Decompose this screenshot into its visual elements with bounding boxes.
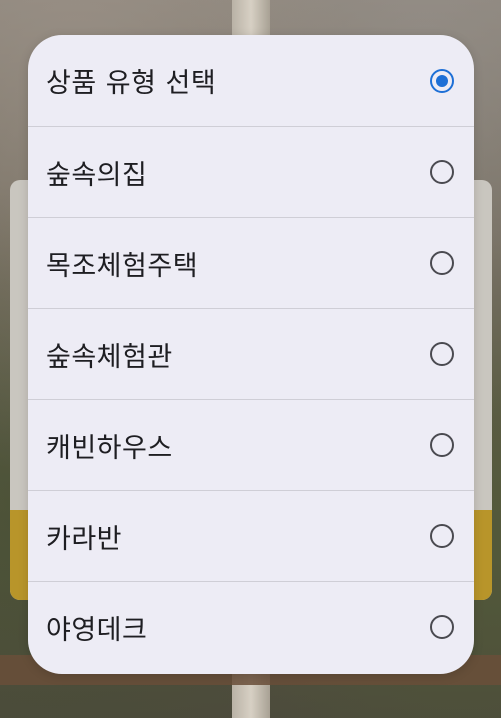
radio-unselected-icon[interactable] [430,342,454,366]
option-label: 캐빈하우스 [46,432,173,464]
screen: 상품 유형 선택 숲속의집 목조체험주택 숲속체험관 캐빈하우스 카라반 야영데 [0,0,501,718]
radio-dot [436,74,448,87]
radio-unselected-icon[interactable] [430,524,454,548]
option-caravan[interactable]: 카라반 [28,490,474,581]
radio-selected-icon[interactable] [430,68,454,93]
option-forest-experience-hall[interactable]: 숲속체험관 [28,308,474,399]
radio-unselected-icon[interactable] [430,251,454,275]
product-type-picker-dialog: 상품 유형 선택 숲속의집 목조체험주택 숲속체험관 캐빈하우스 카라반 야영데 [28,35,474,674]
option-label: 야영데크 [46,614,148,646]
option-product-type-select[interactable]: 상품 유형 선택 [28,35,474,126]
option-label: 목조체험주택 [46,250,199,282]
option-label: 상품 유형 선택 [46,68,217,99]
radio-unselected-icon[interactable] [430,160,454,184]
option-label: 숲속체험관 [46,341,173,373]
option-wooden-house[interactable]: 목조체험주택 [28,217,474,308]
option-forest-house[interactable]: 숲속의집 [28,126,474,217]
option-cabin-house[interactable]: 캐빈하우스 [28,399,474,490]
option-label: 숲속의집 [46,159,148,191]
radio-unselected-icon[interactable] [430,615,454,639]
option-label: 카라반 [46,523,123,555]
radio-unselected-icon[interactable] [430,433,454,457]
option-camping-deck[interactable]: 야영데크 [28,581,474,672]
